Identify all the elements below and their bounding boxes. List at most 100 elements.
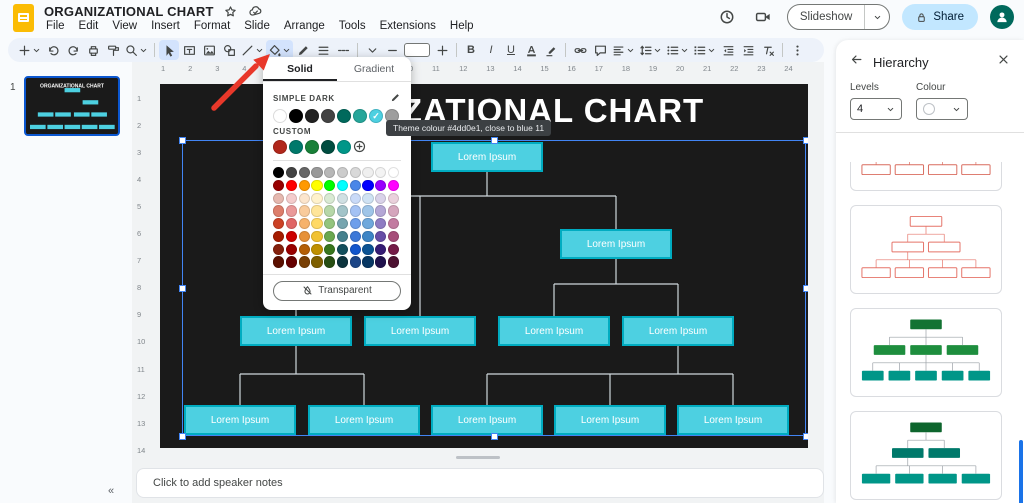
color-swatch[interactable] (362, 218, 374, 230)
color-swatch[interactable] (324, 243, 336, 255)
menu-format[interactable]: Format (188, 19, 236, 33)
color-swatch[interactable] (349, 192, 361, 204)
color-swatch[interactable] (388, 192, 400, 204)
selection-handle[interactable] (802, 432, 808, 440)
share-button[interactable]: Share (902, 4, 978, 30)
tab-solid[interactable]: Solid (263, 57, 337, 81)
color-swatch[interactable] (298, 243, 310, 255)
menu-insert[interactable]: Insert (145, 19, 186, 33)
print-button[interactable] (83, 40, 103, 60)
color-swatch[interactable] (336, 218, 349, 230)
color-swatch[interactable] (324, 179, 336, 191)
color-swatch[interactable] (311, 256, 323, 268)
color-swatch[interactable] (273, 179, 285, 191)
theme-color-swatch[interactable] (353, 109, 367, 123)
bulleted-list-button[interactable] (664, 40, 691, 60)
clear-formatting-button[interactable] (758, 40, 778, 60)
align-button[interactable] (610, 40, 637, 60)
color-swatch[interactable] (311, 167, 323, 179)
cloud-saved-icon[interactable] (248, 3, 264, 19)
color-swatch[interactable] (336, 179, 349, 191)
color-swatch[interactable] (298, 205, 310, 217)
color-swatch[interactable] (324, 192, 336, 204)
transparent-button[interactable]: Transparent (273, 280, 401, 301)
menu-arrange[interactable]: Arrange (278, 19, 331, 33)
color-swatch[interactable] (285, 179, 297, 191)
back-icon[interactable] (850, 53, 863, 71)
text-color-button[interactable] (521, 40, 541, 60)
menu-extensions[interactable]: Extensions (374, 19, 442, 33)
selection-handle[interactable] (490, 432, 498, 440)
color-swatch[interactable] (362, 192, 374, 204)
color-swatch[interactable] (273, 205, 285, 217)
slide-thumbnail[interactable]: ORGANIZATIONAL CHART (24, 76, 120, 136)
color-swatch[interactable] (285, 230, 297, 243)
color-swatch[interactable] (375, 230, 387, 243)
color-swatch[interactable] (324, 167, 336, 179)
theme-color-swatch[interactable] (337, 109, 351, 123)
color-swatch[interactable] (285, 218, 297, 230)
add-custom-color-icon[interactable] (353, 140, 367, 154)
font-size-increase-button[interactable] (432, 40, 452, 60)
color-swatch[interactable] (375, 243, 387, 255)
line-spacing-button[interactable] (637, 40, 664, 60)
menu-view[interactable]: View (106, 19, 143, 33)
color-swatch[interactable] (311, 230, 323, 243)
color-swatch[interactable] (336, 192, 349, 204)
color-swatch[interactable] (324, 230, 336, 243)
join-call-icon[interactable] (751, 5, 775, 29)
color-swatch[interactable] (388, 218, 400, 230)
selection-handle[interactable] (178, 284, 186, 292)
levels-select[interactable]: 4 (850, 98, 902, 120)
color-swatch[interactable] (273, 256, 285, 268)
color-swatch[interactable] (349, 243, 361, 255)
menu-tools[interactable]: Tools (333, 19, 372, 33)
menu-slide[interactable]: Slide (238, 19, 276, 33)
collapse-filmstrip-icon[interactable]: « (102, 482, 120, 500)
edit-theme-colors-icon[interactable] (390, 92, 401, 105)
color-swatch[interactable] (285, 167, 297, 179)
color-swatch[interactable] (362, 256, 374, 268)
custom-color-swatch[interactable] (273, 140, 287, 154)
color-swatch[interactable] (336, 230, 349, 243)
color-swatch[interactable] (285, 243, 297, 255)
slide-canvas[interactable]: ORGANIZATIONAL CHART Lorem Ipsum Lorem Ip… (160, 84, 808, 448)
colour-select[interactable] (916, 98, 968, 120)
underline-button[interactable]: U (501, 40, 521, 60)
slides-logo[interactable] (13, 4, 34, 32)
color-swatch[interactable] (311, 179, 323, 191)
color-swatch[interactable] (362, 179, 374, 191)
custom-color-swatch[interactable] (289, 140, 303, 154)
insert-line-button[interactable] (239, 40, 266, 60)
color-swatch[interactable] (388, 167, 400, 179)
color-swatch[interactable] (375, 205, 387, 217)
color-swatch[interactable] (349, 230, 361, 243)
insert-shape-button[interactable] (219, 40, 239, 60)
selection-handle[interactable] (802, 284, 808, 292)
color-swatch[interactable] (336, 167, 349, 179)
bold-button[interactable]: B (461, 40, 481, 60)
tab-gradient[interactable]: Gradient (337, 57, 411, 81)
color-swatch[interactable] (349, 205, 361, 217)
color-swatch[interactable] (349, 218, 361, 230)
color-swatch[interactable] (336, 256, 349, 268)
color-swatch[interactable] (324, 256, 336, 268)
color-swatch[interactable] (311, 243, 323, 255)
color-swatch[interactable] (362, 167, 374, 179)
color-swatch[interactable] (336, 243, 349, 255)
numbered-list-button[interactable] (691, 40, 718, 60)
color-swatch[interactable] (362, 230, 374, 243)
theme-color-swatch[interactable] (305, 109, 319, 123)
menu-help[interactable]: Help (444, 19, 480, 33)
color-swatch[interactable] (388, 243, 400, 255)
template-thumbnail[interactable] (850, 205, 1002, 294)
insert-image-button[interactable] (199, 40, 219, 60)
undo-button[interactable] (43, 40, 63, 60)
decrease-indent-button[interactable] (718, 40, 738, 60)
color-swatch[interactable] (388, 179, 400, 191)
color-swatch[interactable] (273, 230, 285, 243)
color-swatch[interactable] (349, 167, 361, 179)
redo-button[interactable] (63, 40, 83, 60)
color-swatch[interactable] (273, 167, 285, 179)
color-swatch[interactable] (388, 205, 400, 217)
